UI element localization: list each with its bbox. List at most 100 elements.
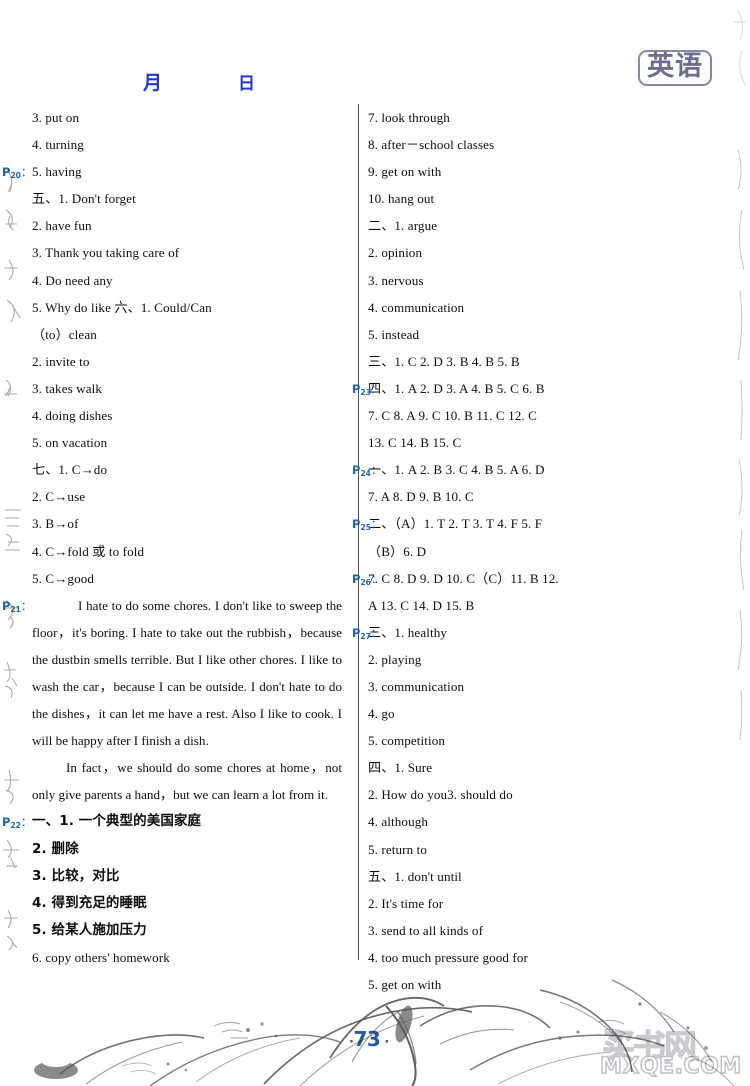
answer-line: 三、1. C 2. D 3. B 4. B 5. B: [368, 348, 690, 375]
answer-line: 5. competition: [368, 727, 690, 754]
scanned-answer-key-page: 月 日 英语 3. put on 4. turning P20： 5. having 五…: [0, 0, 750, 1086]
answer-line: 五、1. don't until: [368, 863, 690, 890]
month-label: 月: [143, 72, 163, 94]
answer-line: P26： 7. C 8. D 9. D 10. C（C）11. B 12.: [352, 565, 690, 592]
day-label: 日: [238, 74, 255, 94]
answer-line: 3. takes walk: [32, 375, 348, 402]
answer-line-text: 3. nervous: [368, 272, 424, 288]
answer-line: 9. get on with: [368, 158, 690, 185]
answer-line-text: 5. instead: [368, 326, 420, 342]
answer-line-text: 四、1. Sure: [368, 760, 433, 776]
answer-line-text: 9. get on with: [368, 164, 442, 180]
answer-line: 五、1. Don't forget: [32, 185, 348, 212]
answer-line-text: 2. It's time for: [368, 895, 444, 911]
answer-line-text: 2. C→use: [32, 489, 86, 505]
right-column-lines: 7. look through 8. after－school classes 9.…: [352, 104, 690, 998]
answer-line-text: 6. copy others' homework: [32, 949, 170, 965]
left-column-lines-after: P22： 一、1. 一个典型的美国家庭 2. 删除 3. 比较，对比 4. 得到充足的睡…: [2, 808, 348, 971]
answer-line-text: 五、1. don't until: [368, 868, 462, 884]
answer-line-text: 5. return to: [368, 841, 428, 857]
answer-line: 4. go: [368, 700, 690, 727]
answer-line-text: 二、1. argue: [368, 218, 438, 234]
answer-line-text: 2. opinion: [368, 245, 423, 261]
answer-line: 4. Do need any: [32, 267, 348, 294]
answer-line: 5. on vacation: [32, 429, 348, 456]
answer-line: P27： 三、1. healthy: [352, 619, 690, 646]
answer-line: 二、1. argue: [368, 212, 690, 239]
page-marker-p26: P26：: [352, 571, 383, 587]
composition-paragraph-1: P21： I hate to do some chores. I don't l…: [2, 592, 342, 755]
answer-line: P20： 5. having: [2, 158, 348, 185]
answer-line-text: 4. go: [368, 706, 395, 722]
answer-line: 2. How do you3. should do: [368, 781, 690, 808]
page-marker-p23: P23：: [352, 381, 383, 397]
answer-line-text: 4. C→fold 或 to fold: [32, 543, 145, 559]
answer-line-text: 4. 得到充足的睡眠: [32, 894, 147, 911]
answer-line-text: 13. C 14. B 15. C: [368, 435, 462, 451]
answer-line: P24： 一、1. A 2. B 3. C 4. B 5. A 6. D: [352, 456, 690, 483]
answer-line: 5. instead: [368, 321, 690, 348]
answer-line: 5. get on with: [368, 971, 690, 998]
answer-line-text: 一、1. A 2. B 3. C 4. B 5. A 6. D: [368, 462, 545, 478]
answer-line-text: 3. communication: [368, 678, 465, 694]
answer-line: （to）clean: [32, 321, 348, 348]
answer-line: 3. communication: [368, 673, 690, 700]
answer-line-text: 5. competition: [368, 733, 446, 749]
answer-line: 4. communication: [368, 294, 690, 321]
answer-line-text: 8. after－school classes: [368, 137, 495, 153]
answer-line-text: 一、1. 一个典型的美国家庭: [32, 813, 202, 830]
answer-line: 6. copy others' homework: [32, 944, 348, 971]
answer-line: 4. doing dishes: [32, 402, 348, 429]
page-marker-p25: P25：: [352, 517, 383, 533]
page-number: ·73 ·: [349, 1027, 389, 1051]
answer-line: 7. C 8. A 9. C 10. B 11. C 12. C: [368, 402, 690, 429]
answer-line: P22： 一、1. 一个典型的美国家庭: [2, 808, 348, 835]
answer-line-text: 5. 给某人施加压力: [32, 921, 147, 938]
answer-line-text: 2. invite to: [32, 353, 90, 369]
page-marker-p21: P21：: [2, 598, 33, 614]
answer-line-text: （to）clean: [32, 326, 97, 342]
answer-line-text: 3. 比较，对比: [32, 867, 120, 884]
answer-line-text: 5. Why do like 六、1. Could/Can: [32, 299, 212, 315]
answer-line: 13. C 14. B 15. C: [368, 429, 690, 456]
answer-line: 四、1. Sure: [368, 754, 690, 781]
answer-line: 4. C→fold 或 to fold: [32, 538, 348, 565]
answer-line: 3. put on: [32, 104, 348, 131]
answer-line: 3. Thank you taking care of: [32, 239, 348, 266]
answer-line-text: 7. C 8. D 9. D 10. C（C）11. B 12.: [368, 570, 559, 586]
answer-line-text: 4. communication: [368, 299, 465, 315]
answer-line-text: （B）6. D: [368, 543, 427, 559]
answer-line-text: 4. although: [368, 814, 429, 830]
answer-line: 3. 比较，对比: [32, 863, 348, 890]
answer-line-text: 七、1. C→do: [32, 462, 108, 478]
answer-line: 4. although: [368, 808, 690, 835]
answer-line-text: 3. put on: [32, 110, 80, 125]
answer-line-text: 2. have fun: [32, 218, 92, 234]
page-marker-p27: P27：: [352, 625, 383, 641]
answer-line: 2. playing: [368, 646, 690, 673]
answer-line: 2. opinion: [368, 239, 690, 266]
page-marker-p20: P20：: [2, 165, 33, 181]
subject-title-english: 英语: [638, 50, 712, 87]
left-column: 3. put on 4. turning P20： 5. having 五、1. Don…: [2, 104, 348, 971]
answer-line-text: 2. 删除: [32, 840, 79, 857]
answer-line-text: 三、1. C 2. D 3. B 4. B 5. B: [368, 353, 520, 369]
answer-line: A 13. C 14. D 15. B: [368, 592, 690, 619]
left-column-lines: 3. put on 4. turning P20： 5. having 五、1. Don…: [2, 104, 348, 592]
page-marker-p22: P22：: [2, 815, 33, 831]
answer-line: 2. 删除: [32, 836, 348, 863]
answer-line: 5. Why do like 六、1. Could/Can: [32, 294, 348, 321]
page-marker-p24: P24：: [352, 463, 383, 479]
answer-line-text: A 13. C 14. D 15. B: [368, 597, 475, 613]
answer-line-text: 5. C→good: [32, 570, 95, 586]
answer-line-text: 4. too much pressure good for: [368, 949, 528, 965]
answer-line-text: 4. Do need any: [32, 272, 113, 288]
answer-line-text: 四、1. A 2. D 3. A 4. B 5. C 6. B: [368, 380, 545, 396]
watermark: 买书网 MXQE.COM: [596, 1018, 746, 1084]
answer-line-text: 2. playing: [368, 651, 422, 667]
answer-line-text: 5. on vacation: [32, 435, 108, 451]
paragraph-2-text: In fact，we should do some chores at home…: [32, 760, 342, 803]
answer-line: 10. hang out: [368, 185, 690, 212]
answer-line: 7. look through: [368, 104, 690, 131]
answer-line-text: 5. having: [32, 164, 82, 180]
